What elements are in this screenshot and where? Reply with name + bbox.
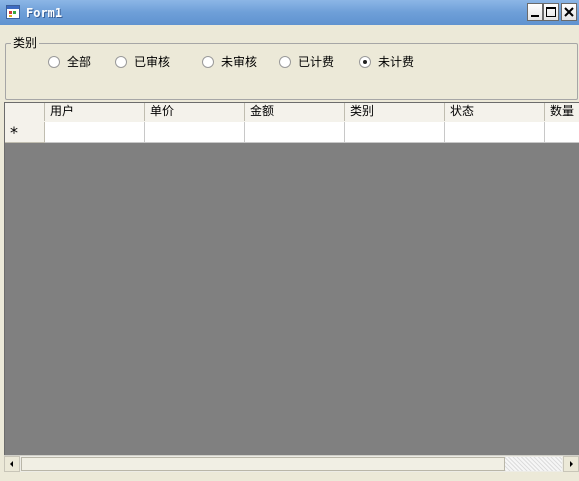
- minimize-icon: [531, 15, 539, 17]
- radio-unapproved[interactable]: 未审核: [202, 55, 257, 69]
- grid-cell-amount[interactable]: [245, 122, 345, 143]
- scroll-thumb[interactable]: [21, 457, 505, 471]
- grid-cell-category[interactable]: [345, 122, 445, 143]
- grid-new-row[interactable]: *: [5, 122, 579, 143]
- radio-approved[interactable]: 已审核: [115, 55, 170, 69]
- grid-cell-user[interactable]: [45, 122, 145, 143]
- grid-cell-status[interactable]: [445, 122, 545, 143]
- maximize-icon: [546, 7, 556, 17]
- category-group-box: [5, 43, 578, 100]
- close-icon: [564, 7, 574, 17]
- radio-billed[interactable]: 已计费: [279, 55, 334, 69]
- radio-circle-icon: [115, 56, 127, 68]
- column-header-unit-price[interactable]: 单价: [145, 103, 245, 121]
- row-header[interactable]: *: [5, 122, 45, 143]
- close-button[interactable]: [561, 3, 577, 21]
- radio-unbilled[interactable]: 未计费: [359, 55, 414, 69]
- horizontal-scrollbar[interactable]: [4, 455, 579, 472]
- radio-circle-icon: [202, 56, 214, 68]
- radio-label: 已审核: [134, 55, 171, 69]
- grid-cell-quantity[interactable]: [545, 122, 579, 143]
- category-group-legend: 类别: [11, 36, 40, 50]
- radio-circle-icon: [359, 56, 371, 68]
- scroll-left-button[interactable]: [4, 456, 20, 472]
- radio-selected-dot: [363, 60, 367, 64]
- radio-label: 未计费: [378, 55, 415, 69]
- column-header-category[interactable]: 类别: [345, 103, 445, 121]
- data-grid[interactable]: 用户 单价 金额 类别 状态 数量 *: [4, 102, 579, 472]
- grid-corner-cell[interactable]: [5, 103, 45, 121]
- window-bottom-border: [0, 472, 579, 481]
- arrow-right-icon: [570, 461, 573, 467]
- title-bar[interactable]: Form1: [0, 0, 579, 25]
- form-app-icon[interactable]: [6, 5, 20, 19]
- column-header-amount[interactable]: 金额: [245, 103, 345, 121]
- radio-circle-icon: [48, 56, 60, 68]
- column-header-quantity[interactable]: 数量: [545, 103, 579, 121]
- maximize-button[interactable]: [543, 3, 559, 21]
- column-header-status[interactable]: 状态: [445, 103, 545, 121]
- minimize-button[interactable]: [527, 3, 543, 21]
- radio-all[interactable]: 全部: [48, 55, 91, 69]
- radio-circle-icon: [279, 56, 291, 68]
- radio-label: 未审核: [221, 55, 258, 69]
- scroll-right-button[interactable]: [563, 456, 579, 472]
- scroll-track[interactable]: [505, 457, 562, 471]
- grid-cell-unit-price[interactable]: [145, 122, 245, 143]
- radio-label: 全部: [67, 55, 92, 69]
- column-header-user[interactable]: 用户: [45, 103, 145, 121]
- arrow-left-icon: [10, 461, 13, 467]
- radio-label: 已计费: [298, 55, 335, 69]
- grid-header-row: 用户 单价 金额 类别 状态 数量: [5, 103, 579, 123]
- window-title: Form1: [26, 6, 63, 20]
- new-row-asterisk-icon: *: [10, 123, 18, 142]
